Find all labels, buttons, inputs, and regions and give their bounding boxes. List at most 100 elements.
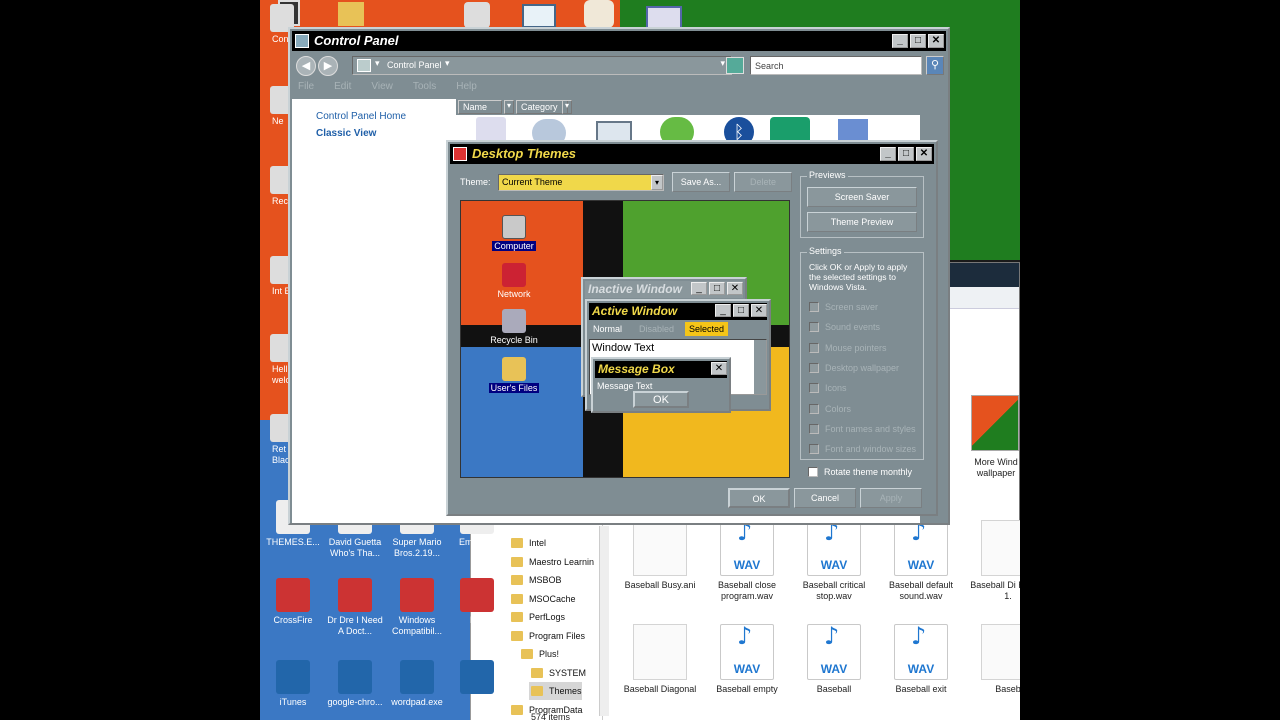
folder-icon[interactable] bbox=[338, 2, 364, 26]
desktop-icon[interactable]: iTunes bbox=[262, 660, 324, 708]
wallpaper-thumb[interactable] bbox=[971, 395, 1019, 451]
file-item[interactable]: Baseball Diagonal bbox=[619, 624, 701, 695]
column-name[interactable]: Name bbox=[458, 100, 502, 114]
menu-item[interactable]: View bbox=[371, 81, 393, 92]
back-button[interactable]: ◀ bbox=[296, 56, 316, 76]
rotate-checkbox[interactable]: Rotate theme monthly bbox=[808, 466, 912, 480]
dialog-minimize-button[interactable]: _ bbox=[880, 147, 896, 161]
save-as-button[interactable]: Save As... bbox=[672, 172, 730, 192]
screen-saver-button[interactable]: Screen Saver bbox=[807, 187, 917, 207]
menu-normal: Normal bbox=[593, 324, 623, 334]
sidebar-classic-link[interactable]: Classic View bbox=[316, 128, 376, 139]
minimize-button[interactable]: _ bbox=[892, 34, 908, 48]
cancel-button[interactable]: Cancel bbox=[794, 488, 856, 508]
checkbox-box[interactable] bbox=[809, 383, 819, 394]
close-button[interactable]: ✕ bbox=[928, 34, 944, 48]
file-item[interactable]: Baseball Di Resize 1. bbox=[967, 520, 1020, 602]
item-count: 574 items bbox=[531, 712, 571, 720]
dialog-close-button[interactable]: ✕ bbox=[916, 147, 932, 161]
folder-icon bbox=[511, 612, 523, 622]
maximize-button[interactable]: □ bbox=[910, 34, 926, 48]
setting-checkbox[interactable]: Icons bbox=[809, 382, 847, 396]
rotate-checkbox-box[interactable] bbox=[808, 467, 818, 477]
search-input[interactable]: Search bbox=[750, 56, 922, 75]
file-item[interactable]: Baseball Busy.ani bbox=[619, 520, 701, 591]
tree-item[interactable]: Themes bbox=[529, 682, 582, 700]
sidebar: Control Panel Home Classic View bbox=[292, 99, 456, 523]
tree-item[interactable]: Maestro Learnin bbox=[509, 553, 594, 571]
checkbox-box[interactable] bbox=[809, 302, 819, 312]
file-item[interactable]: Baseb bbox=[967, 624, 1020, 695]
setting-checkbox[interactable]: Sound events bbox=[809, 321, 880, 335]
checkbox-box[interactable] bbox=[809, 362, 819, 373]
music-note-icon: ♪ bbox=[737, 622, 753, 650]
file-item[interactable]: ♪ WAV Baseball bbox=[793, 624, 875, 695]
desktop-icon-label: google-chro... bbox=[327, 697, 383, 707]
tree-item[interactable]: MSOCache bbox=[509, 590, 576, 608]
desktop-icon[interactable]: Dr Dre I Need A Doct... bbox=[324, 578, 386, 637]
checkbox-box[interactable] bbox=[809, 342, 819, 353]
column-category[interactable]: Category bbox=[516, 100, 568, 114]
menu-item[interactable]: File bbox=[298, 81, 314, 92]
desktop-icon[interactable]: CrossFire bbox=[262, 578, 324, 626]
file-item[interactable]: ♪ WAV Baseball critical stop.wav bbox=[793, 520, 875, 602]
menu-bar: File Edit View Tools Help bbox=[298, 81, 497, 97]
file-item[interactable]: ♪ WAV Baseball default sound.wav bbox=[880, 520, 962, 602]
ok-button[interactable]: OK bbox=[728, 488, 790, 508]
column-name-dropdown[interactable]: ▾ bbox=[504, 100, 514, 114]
desktop-icon[interactable]: Windows Compatibil... bbox=[386, 578, 448, 637]
setting-checkbox[interactable]: Font and window sizes bbox=[809, 443, 916, 457]
checkbox-box[interactable] bbox=[809, 403, 819, 414]
menu-item[interactable]: Help bbox=[456, 81, 477, 92]
theme-preview-button[interactable]: Theme Preview bbox=[807, 212, 917, 232]
file-item[interactable]: ♪ WAV Baseball exit bbox=[880, 624, 962, 695]
desktop-icon[interactable]: wordpad.exe bbox=[386, 660, 448, 708]
checkbox-box[interactable] bbox=[809, 322, 819, 333]
tree-item[interactable]: Intel bbox=[509, 534, 546, 552]
setting-checkbox[interactable]: Screen saver bbox=[809, 301, 878, 315]
tree-item[interactable]: Plus! bbox=[519, 645, 559, 663]
active-min: _ bbox=[715, 304, 731, 317]
menu-item[interactable]: Tools bbox=[413, 81, 436, 92]
tree-item[interactable]: MSBOB bbox=[509, 571, 562, 589]
breadcrumb-chevron-icon[interactable]: ▾ bbox=[445, 58, 450, 69]
apply-button[interactable]: Apply bbox=[860, 488, 922, 508]
setting-checkbox[interactable]: Font names and styles bbox=[809, 423, 916, 437]
character-icon[interactable] bbox=[584, 0, 614, 28]
theme-select[interactable]: Current Theme ▾ bbox=[498, 174, 664, 191]
quicktime-icon[interactable] bbox=[464, 2, 490, 28]
theme-dropdown-icon[interactable]: ▾ bbox=[651, 175, 663, 190]
refresh-icon[interactable] bbox=[726, 57, 744, 74]
delete-button[interactable]: Delete bbox=[734, 172, 792, 192]
wav-file-icon: ♪ WAV bbox=[807, 520, 861, 576]
setting-checkbox[interactable]: Desktop wallpaper bbox=[809, 362, 899, 376]
file-item[interactable]: ♪ WAV Baseball empty bbox=[706, 624, 788, 695]
column-category-dropdown[interactable]: ▾ bbox=[562, 100, 572, 114]
app-icon[interactable] bbox=[522, 4, 556, 28]
menu-item[interactable]: Edit bbox=[334, 81, 351, 92]
tree-item-label: MSBOB bbox=[529, 575, 562, 585]
desktop-icon[interactable]: google-chro... bbox=[324, 660, 386, 708]
address-icon bbox=[357, 59, 371, 72]
msgbox-ok: OK bbox=[633, 391, 689, 408]
tree-scrollbar[interactable] bbox=[599, 526, 609, 716]
address-bar[interactable]: ▾ Control Panel ▾ ▾ bbox=[352, 56, 732, 75]
window-text: Window Text bbox=[592, 342, 655, 354]
tree-item[interactable]: SYSTEM bbox=[529, 664, 586, 682]
msgbox-title: Message Box bbox=[595, 361, 727, 378]
desktop-icon[interactable]: Sa bbox=[446, 660, 508, 708]
address-dropdown-icon[interactable]: ▾ bbox=[720, 58, 725, 69]
tree-item[interactable]: PerfLogs bbox=[509, 608, 565, 626]
setting-checkbox[interactable]: Mouse pointers bbox=[809, 342, 887, 356]
folder-icon bbox=[511, 593, 523, 604]
checkbox-box[interactable] bbox=[809, 423, 819, 434]
setting-checkbox[interactable]: Colors bbox=[809, 403, 851, 417]
forward-button[interactable]: ▶ bbox=[318, 56, 338, 76]
search-icon[interactable]: ⚲ bbox=[926, 56, 944, 75]
file-item[interactable]: ♪ WAV Baseball close program.wav bbox=[706, 520, 788, 602]
dialog-maximize-button[interactable]: □ bbox=[898, 147, 914, 161]
checkbox-box[interactable] bbox=[809, 444, 819, 455]
desktop-icon[interactable]: Def bbox=[446, 578, 508, 626]
tree-item[interactable]: Program Files bbox=[509, 627, 585, 645]
sidebar-home-link[interactable]: Control Panel Home bbox=[316, 111, 406, 122]
